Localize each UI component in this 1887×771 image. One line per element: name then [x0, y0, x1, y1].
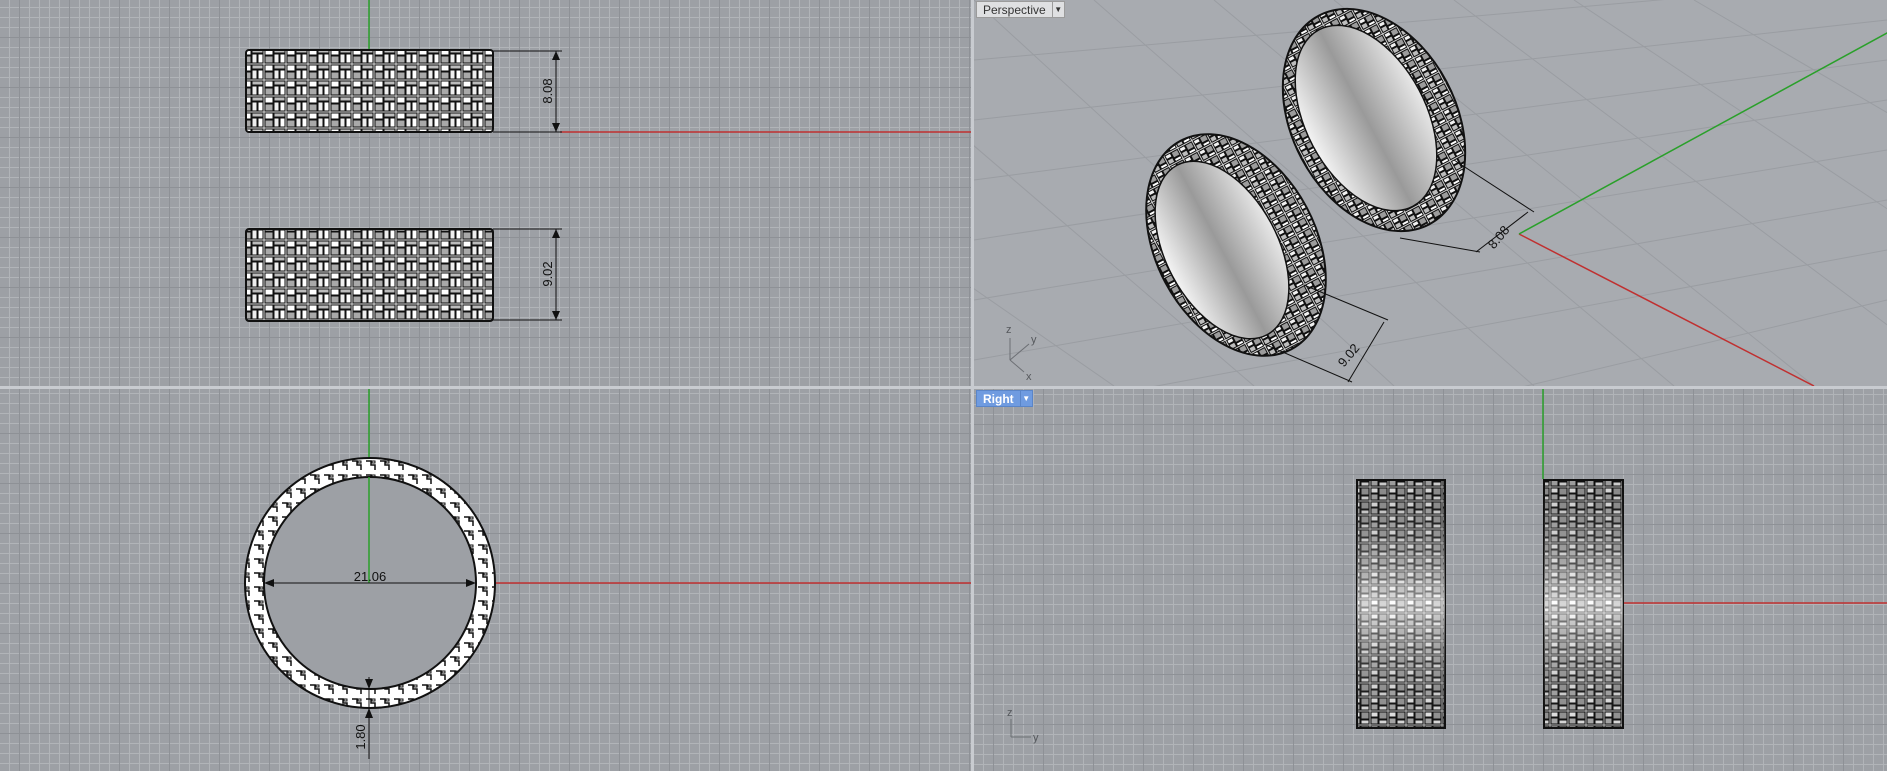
viewport-menu-arrow-icon[interactable]: ▼	[1052, 1, 1065, 18]
dimension-9-02: 9.02	[493, 228, 562, 321]
right-viewport-canvas: z y	[1007, 389, 1887, 744]
right-viewport[interactable]: z y Right ▼	[974, 389, 1887, 771]
perspective-viewport-tab[interactable]: Perspective ▼	[976, 1, 1065, 18]
axis-triad-perspective	[1009, 338, 1030, 373]
svg-text:y: y	[1031, 334, 1037, 346]
svg-text:y: y	[1033, 732, 1039, 744]
svg-text:8.08: 8.08	[540, 78, 555, 103]
viewport-title[interactable]: Right	[976, 390, 1021, 407]
svg-text:21.06: 21.06	[354, 569, 387, 584]
ring-2-side-view	[1543, 479, 1624, 729]
ring-1-side-view	[1356, 479, 1446, 729]
perspective-viewport[interactable]: 8.08 9.02 z y x Perspective ▼	[974, 0, 1887, 386]
dimension-8-08: 8.08	[493, 50, 562, 133]
top-viewport[interactable]: 8.08 9.02	[0, 0, 971, 386]
svg-text:x: x	[1026, 371, 1032, 383]
ring-2-top-view	[245, 228, 494, 322]
top-viewport-canvas: 8.08 9.02	[245, 0, 971, 322]
svg-text:9.02: 9.02	[540, 261, 555, 286]
viewport-menu-arrow-icon[interactable]: ▼	[1020, 390, 1033, 407]
front-viewport[interactable]: 21.06 1.80	[0, 389, 971, 771]
y-axis-line	[1518, 32, 1887, 235]
front-viewport-canvas: 21.06 1.80	[244, 389, 971, 759]
perspective-viewport-canvas: 8.08 9.02 z y x	[974, 0, 1887, 386]
right-viewport-tab[interactable]: Right ▼	[976, 390, 1033, 407]
ring-1-top-view	[245, 49, 494, 133]
viewport-title[interactable]: Perspective	[976, 1, 1053, 18]
svg-text:z: z	[1007, 707, 1013, 719]
svg-text:z: z	[1006, 324, 1012, 336]
svg-text:1.80: 1.80	[353, 724, 368, 749]
axis-triad-right	[1010, 719, 1031, 738]
